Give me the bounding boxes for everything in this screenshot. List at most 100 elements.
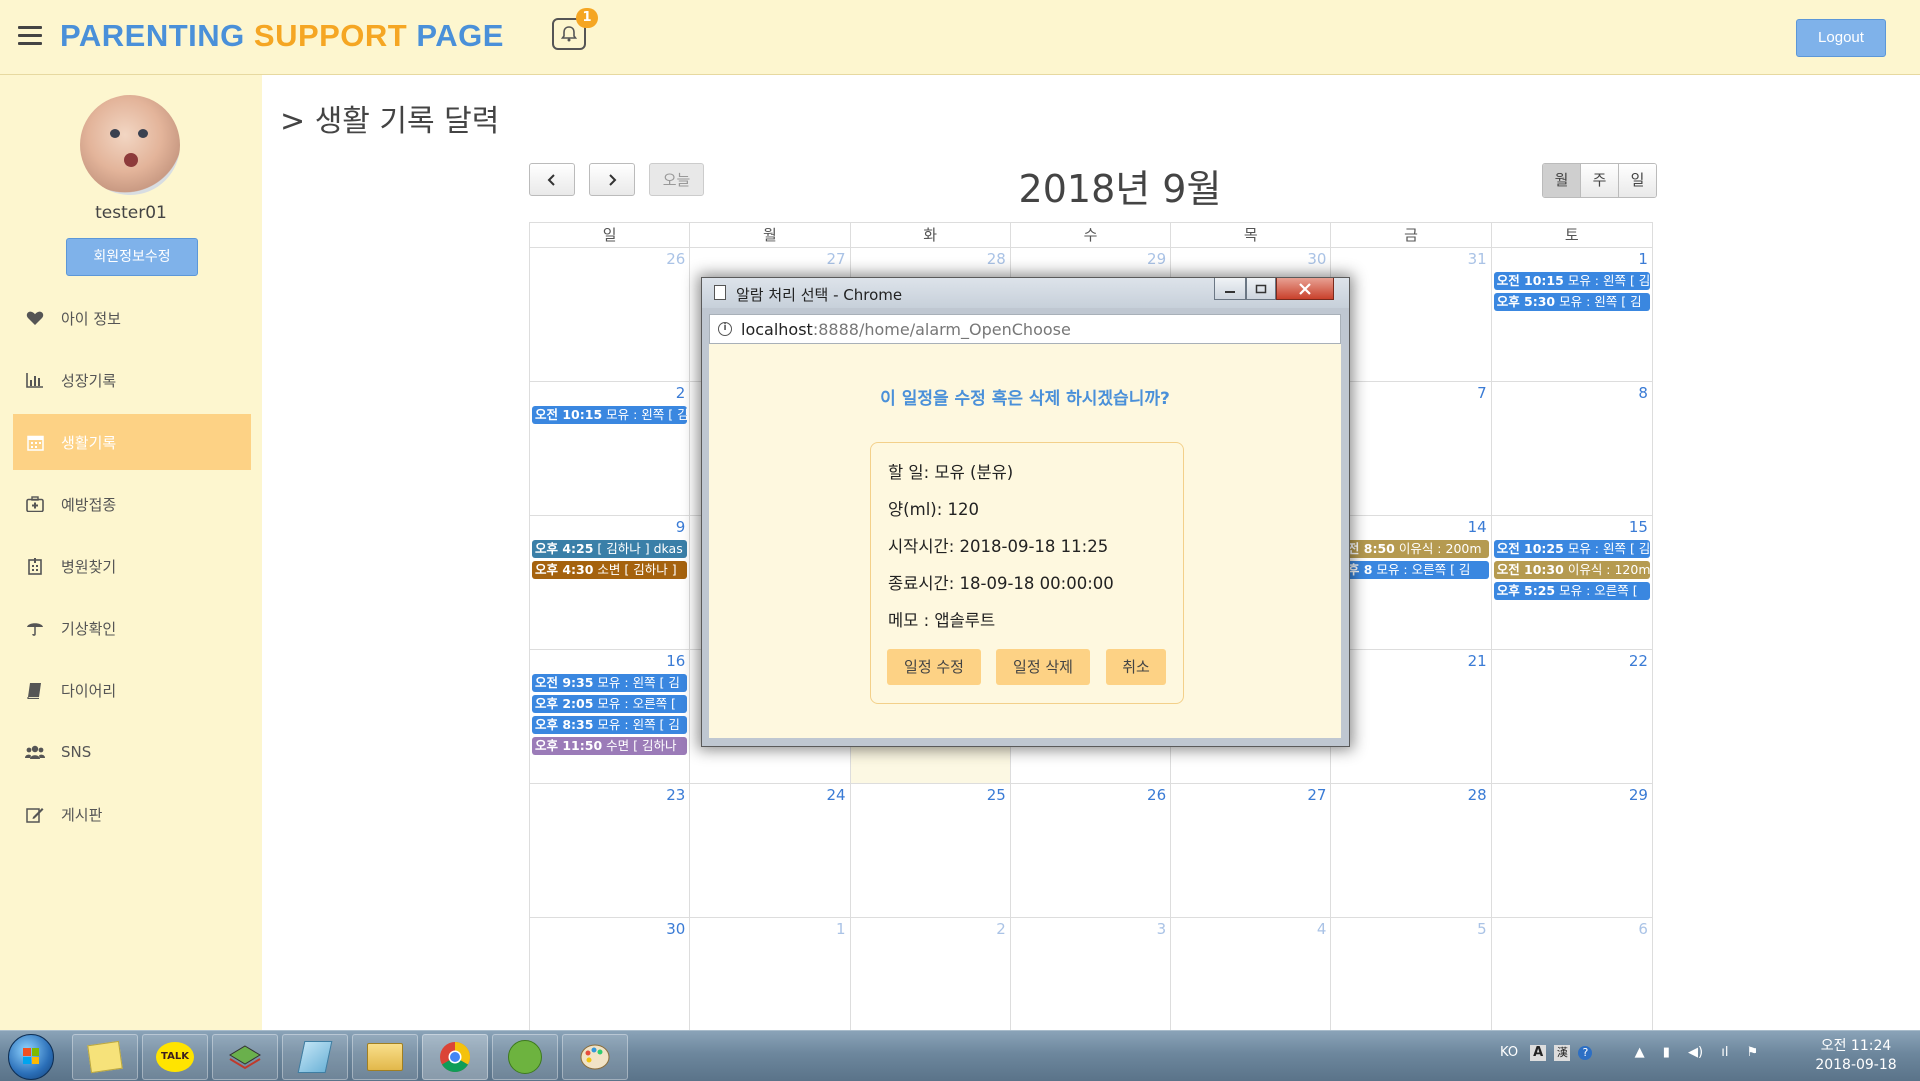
calendar-day-cell[interactable]: 8	[1492, 382, 1652, 515]
network-icon[interactable]: ▮	[1663, 1045, 1670, 1060]
day-number[interactable]: 23	[666, 786, 685, 804]
hanja-icon[interactable]: 漢	[1554, 1045, 1571, 1061]
sidebar-item-life-record[interactable]: 생활기록	[13, 414, 251, 470]
calendar-event[interactable]: 오전 9:35 모유 : 왼쪽 [ 김	[532, 674, 688, 692]
day-number[interactable]: 5	[1477, 920, 1487, 938]
day-number[interactable]: 15	[1629, 518, 1648, 536]
taskbar-notepad[interactable]	[282, 1034, 348, 1080]
day-number[interactable]: 7	[1477, 384, 1487, 402]
day-number[interactable]: 8	[1638, 384, 1648, 402]
today-button[interactable]: 오늘	[649, 163, 704, 196]
day-number[interactable]: 22	[1629, 652, 1648, 670]
taskbar-paint[interactable]	[562, 1034, 628, 1080]
calendar-event[interactable]: 오후 8 모유 : 오른쪽 [ 김	[1333, 561, 1489, 579]
day-number[interactable]: 29	[1629, 786, 1648, 804]
sidebar-item-diary[interactable]: 다이어리	[13, 662, 251, 718]
signal-icon[interactable]: ıl	[1721, 1045, 1728, 1060]
calendar-event[interactable]: 오후 5:25 모유 : 오른쪽 [	[1493, 582, 1650, 600]
sidebar-item-board[interactable]: 게시판	[13, 786, 251, 842]
calendar-day-cell[interactable]: 25	[851, 784, 1011, 917]
day-number[interactable]: 29	[1147, 250, 1166, 268]
taskbar-chrome[interactable]	[422, 1034, 488, 1080]
action-center-flag-icon[interactable]: ⚑	[1747, 1045, 1759, 1060]
calendar-day-cell[interactable]: 22	[1492, 650, 1652, 783]
calendar-event[interactable]: 오전 10:15 모유 : 왼쪽 [ 김	[1493, 272, 1650, 290]
calendar-day-cell[interactable]: 27	[1171, 784, 1332, 917]
day-number[interactable]: 28	[1468, 786, 1487, 804]
taskbar-spring-tool[interactable]	[492, 1034, 558, 1080]
maximize-button[interactable]	[1246, 278, 1276, 300]
day-number[interactable]: 28	[987, 250, 1006, 268]
calendar-day-cell[interactable]: 23	[530, 784, 691, 917]
day-number[interactable]: 24	[826, 786, 845, 804]
view-week-button[interactable]: 주	[1581, 164, 1619, 197]
day-number[interactable]: 2	[676, 384, 686, 402]
day-number[interactable]: 31	[1468, 250, 1487, 268]
day-number[interactable]: 27	[1307, 786, 1326, 804]
day-number[interactable]: 1	[1638, 250, 1648, 268]
calendar-day-cell[interactable]: 9 오후 4:25 [ 김하나 ] dkas 오후 4:30 소변 [ 김하나 ]	[530, 516, 691, 649]
logout-button[interactable]: Logout	[1796, 19, 1886, 57]
day-number[interactable]: 26	[1147, 786, 1166, 804]
site-logo[interactable]: PARENTING SUPPORT PAGE	[60, 18, 504, 54]
edit-event-button[interactable]: 일정 수정	[887, 649, 981, 685]
prev-month-button[interactable]	[529, 163, 575, 196]
day-number[interactable]: 30	[1307, 250, 1326, 268]
show-hidden-icons-icon[interactable]: ▲	[1635, 1045, 1645, 1060]
start-button[interactable]	[8, 1034, 54, 1080]
calendar-day-cell[interactable]: 29	[1492, 784, 1652, 917]
sidebar-item-child-info[interactable]: 아이 정보	[13, 290, 251, 346]
calendar-event[interactable]: 오전 8:50 이유식 : 200m	[1333, 540, 1489, 558]
taskbar-layers-app[interactable]	[212, 1034, 278, 1080]
sidebar-item-vaccination[interactable]: 예방접종	[13, 476, 251, 532]
day-number[interactable]: 14	[1468, 518, 1487, 536]
sidebar-item-growth[interactable]: 성장기록	[13, 352, 251, 408]
sidebar-item-sns[interactable]: SNS	[13, 724, 251, 780]
taskbar-file-explorer[interactable]	[352, 1034, 418, 1080]
calendar-day-cell[interactable]: 26	[530, 248, 691, 381]
calendar-day-cell[interactable]: 1 오전 10:15 모유 : 왼쪽 [ 김 오후 5:30 모유 : 왼쪽 [ 김	[1492, 248, 1652, 381]
calendar-day-cell[interactable]: 14 오전 8:50 이유식 : 200m 오후 8 모유 : 오른쪽 [ 김	[1331, 516, 1492, 649]
calendar-day-cell[interactable]: 15 오전 10:25 모유 : 왼쪽 [ 김오전 10:30 이유식 : 120…	[1492, 516, 1652, 649]
calendar-event[interactable]: 오전 10:30 이유식 : 120m	[1493, 561, 1650, 579]
calendar-event[interactable]: 오후 4:25 [ 김하나 ] dkas	[532, 540, 688, 558]
day-number[interactable]: 9	[676, 518, 686, 536]
calendar-event[interactable]: 오후 4:30 소변 [ 김하나 ]	[532, 561, 688, 579]
day-number[interactable]: 3	[1157, 920, 1167, 938]
language-indicator[interactable]: KO	[1500, 1045, 1518, 1060]
taskbar-sticky-notes[interactable]	[72, 1034, 138, 1080]
day-number[interactable]: 27	[826, 250, 845, 268]
help-icon[interactable]: ?	[1578, 1046, 1593, 1060]
close-button[interactable]	[1276, 278, 1334, 300]
calendar-event[interactable]: 오후 8:35 모유 : 왼쪽 [ 김	[532, 716, 688, 734]
volume-icon[interactable]: ◀)	[1688, 1045, 1703, 1060]
calendar-day-cell[interactable]: 24	[690, 784, 851, 917]
calendar-day-cell[interactable]: 7	[1331, 382, 1492, 515]
calendar-event[interactable]: 오후 2:05 모유 : 오른쪽 [	[532, 695, 688, 713]
sidebar-item-find-hospital[interactable]: 병원찾기	[13, 538, 251, 594]
calendar-day-cell[interactable]: 16 오전 9:35 모유 : 왼쪽 [ 김 오후 2:05 모유 : 오른쪽 [오…	[530, 650, 691, 783]
calendar-day-cell[interactable]: 28	[1331, 784, 1492, 917]
system-clock[interactable]: 오전 11:24 2018-09-18	[1800, 1037, 1912, 1075]
day-number[interactable]: 30	[666, 920, 685, 938]
day-number[interactable]: 21	[1468, 652, 1487, 670]
day-number[interactable]: 4	[1317, 920, 1327, 938]
calendar-day-cell[interactable]: 31	[1331, 248, 1492, 381]
day-number[interactable]: 25	[987, 786, 1006, 804]
calendar-day-cell[interactable]: 21	[1331, 650, 1492, 783]
taskbar-kakaotalk[interactable]: TALK	[142, 1034, 208, 1080]
calendar-event[interactable]: 오전 10:25 모유 : 왼쪽 [ 김	[1493, 540, 1650, 558]
day-number[interactable]: 1	[836, 920, 846, 938]
sidebar-item-weather[interactable]: 기상확인	[13, 600, 251, 656]
next-month-button[interactable]	[589, 163, 635, 196]
calendar-day-cell[interactable]: 26	[1011, 784, 1172, 917]
ime-icon[interactable]: A	[1530, 1045, 1547, 1061]
view-day-button[interactable]: 일	[1619, 164, 1656, 197]
calendar-event[interactable]: 오전 10:15 모유 : 왼쪽 [ 김	[532, 406, 688, 424]
cancel-button[interactable]: 취소	[1106, 649, 1166, 685]
address-bar[interactable]: i localhost:8888/home/alarm_OpenChoose	[709, 314, 1341, 344]
minimize-button[interactable]	[1214, 278, 1246, 300]
day-number[interactable]: 6	[1638, 920, 1648, 938]
view-month-button[interactable]: 월	[1543, 164, 1581, 197]
edit-profile-button[interactable]: 회원정보수정	[66, 238, 198, 276]
